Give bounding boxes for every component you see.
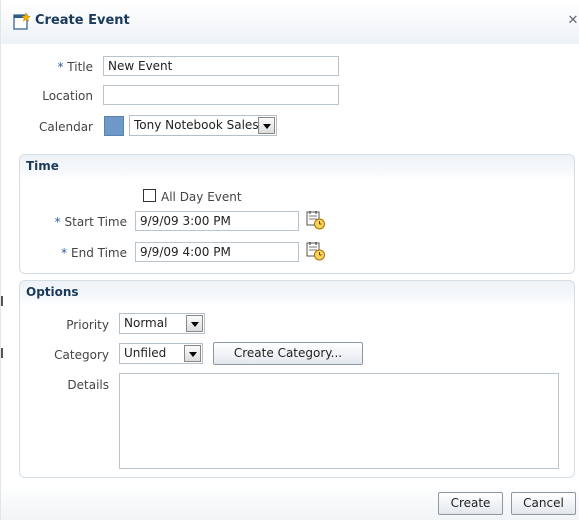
location-label: Location: [42, 89, 93, 103]
location-input[interactable]: [103, 85, 339, 105]
time-section-title: Time: [26, 159, 59, 173]
start-time-label: * Start Time: [54, 215, 127, 229]
calendar-clock-icon[interactable]: [306, 210, 326, 230]
cancel-button[interactable]: Cancel: [511, 492, 576, 515]
create-button[interactable]: Create: [438, 492, 503, 515]
chevron-down-icon[interactable]: [258, 117, 275, 134]
priority-label: Priority: [66, 318, 109, 332]
start-time-input[interactable]: 9/9/09 3:00 PM: [135, 211, 299, 231]
priority-select-value: Normal: [124, 316, 168, 330]
resize-edge-marker: [1, 348, 3, 358]
chevron-down-icon[interactable]: [184, 345, 201, 362]
resize-edge-marker: [1, 296, 3, 306]
title-label: * Title: [57, 60, 93, 74]
all-day-checkbox[interactable]: [143, 189, 156, 202]
all-day-label: All Day Event: [161, 190, 242, 204]
priority-select[interactable]: Normal: [119, 313, 205, 334]
calendar-label: Calendar: [39, 120, 93, 134]
calendar-select-value: Tony Notebook Sales: [134, 118, 259, 132]
category-select-value: Unfiled: [124, 346, 167, 360]
create-category-button[interactable]: Create Category...: [213, 342, 363, 365]
new-event-icon: [13, 12, 31, 30]
chevron-down-icon[interactable]: [186, 315, 203, 332]
dialog-title: Create Event: [35, 13, 130, 28]
close-button[interactable]: ✕: [567, 14, 579, 28]
category-select[interactable]: Unfiled: [119, 343, 203, 364]
calendar-clock-icon[interactable]: [306, 241, 326, 261]
dialog-header: Create Event ✕: [1, 0, 579, 44]
calendar-color-swatch[interactable]: [104, 116, 124, 136]
calendar-select[interactable]: Tony Notebook Sales: [129, 115, 277, 136]
details-textarea[interactable]: [119, 373, 559, 469]
category-label: Category: [54, 348, 109, 362]
end-time-label: * End Time: [61, 246, 127, 260]
create-event-dialog: Create Event ✕ * Title New Event Locatio…: [0, 0, 579, 520]
title-input[interactable]: New Event: [103, 56, 339, 76]
details-label: Details: [67, 378, 109, 392]
end-time-input[interactable]: 9/9/09 4:00 PM: [135, 242, 299, 262]
options-section-title: Options: [26, 285, 79, 299]
